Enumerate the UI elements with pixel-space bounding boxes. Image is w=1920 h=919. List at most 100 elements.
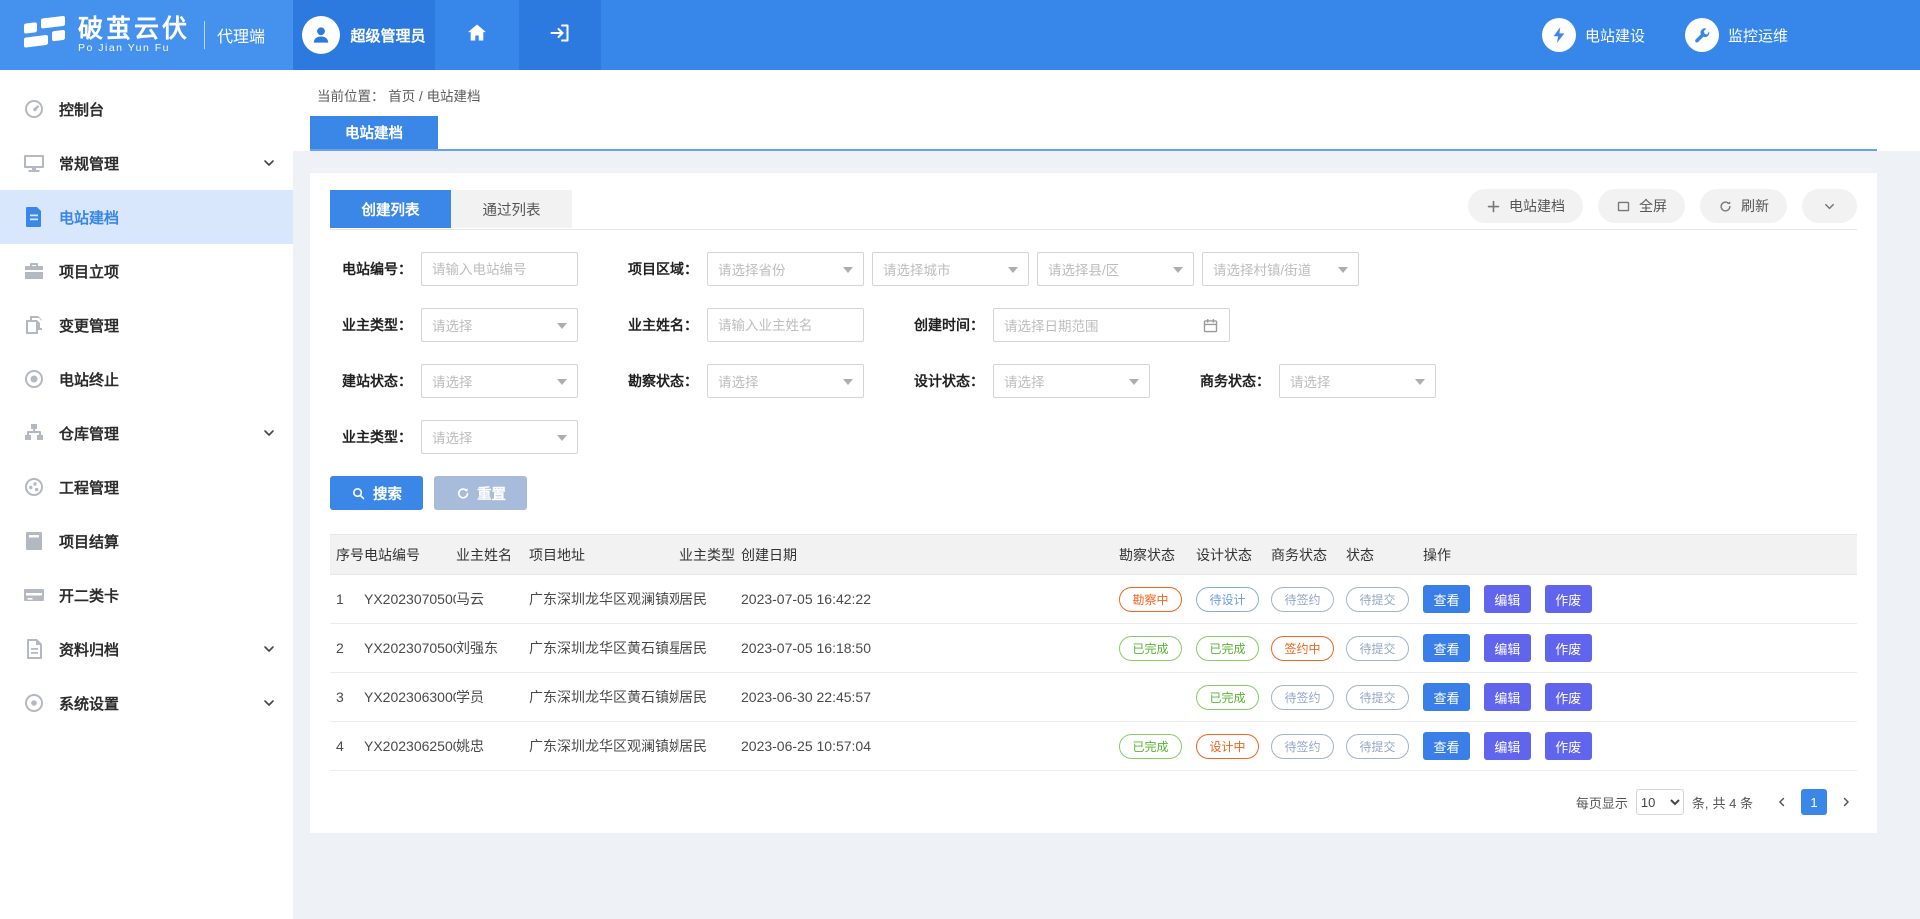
search-button[interactable]: 搜索 <box>330 476 423 510</box>
home-button[interactable] <box>435 0 519 70</box>
toolbar: 电站建档 全屏 刷新 <box>1453 189 1857 229</box>
view-button[interactable]: 查看 <box>1423 634 1470 662</box>
breadcrumb-home-link[interactable]: 首页 <box>388 89 415 104</box>
owner-type-2-select[interactable]: 请选择 <box>421 420 578 454</box>
next-page-button[interactable] <box>1835 791 1857 813</box>
cell-owner-type: 居民 <box>679 575 741 624</box>
sidebar-item-engineering-mgmt[interactable]: 工程管理 <box>0 460 293 514</box>
cell-index: 2 <box>330 624 364 673</box>
filter-row-4: 业主类型： 请选择 <box>330 420 1857 454</box>
edit-button[interactable]: 编辑 <box>1484 634 1531 662</box>
reset-label: 重置 <box>477 483 506 504</box>
sidebar-item-project-settlement[interactable]: 项目结算 <box>0 514 293 568</box>
user-block[interactable]: 超级管理员 <box>293 0 435 70</box>
station-table: 序号 电站编号 业主姓名 项目地址 业主类型 创建日期 勘察状态 设计状态 商务… <box>330 534 1857 771</box>
sidebar-item-change-mgmt[interactable]: 变更管理 <box>0 298 293 352</box>
owner-type-placeholder: 请选择 <box>432 315 473 335</box>
plus-icon <box>1486 199 1501 214</box>
view-button[interactable]: 查看 <box>1423 585 1470 613</box>
col-design-status: 设计状态 <box>1196 535 1271 575</box>
filter-label: 商务状态： <box>1188 371 1270 391</box>
add-station-label: 电站建档 <box>1509 196 1565 216</box>
build-status-select[interactable]: 请选择 <box>421 364 578 398</box>
design-status-select[interactable]: 请选择 <box>993 364 1150 398</box>
edit-button[interactable]: 编辑 <box>1484 683 1531 711</box>
col-owner-name: 业主姓名 <box>456 535 529 575</box>
sidebar-item-general-mgmt[interactable]: 常规管理 <box>0 136 293 190</box>
total-count: 共 4 条 <box>1713 793 1753 812</box>
refresh-icon <box>1718 199 1733 214</box>
sidebar-item-class2-card[interactable]: 开二类卡 <box>0 568 293 622</box>
add-station-button[interactable]: 电站建档 <box>1468 189 1583 223</box>
edit-button[interactable]: 编辑 <box>1484 585 1531 613</box>
design-status-badge: 已完成 <box>1196 685 1259 710</box>
owner-name-input[interactable] <box>718 318 853 333</box>
business-status-select[interactable]: 请选择 <box>1279 364 1436 398</box>
caret-down-icon <box>843 379 853 390</box>
survey-status-badge: 已完成 <box>1119 734 1182 759</box>
void-button[interactable]: 作废 <box>1545 634 1592 662</box>
void-button[interactable]: 作废 <box>1545 683 1592 711</box>
sidebar-item-data-archiving[interactable]: 资料归档 <box>0 622 293 676</box>
design-status-badge: 待设计 <box>1196 587 1259 612</box>
nav-monitor-ops[interactable]: 监控运维 <box>1685 18 1788 52</box>
survey-status-select[interactable]: 请选择 <box>707 364 864 398</box>
sitemap-icon <box>22 421 46 445</box>
sidebar-item-warehouse-mgmt[interactable]: 仓库管理 <box>0 406 293 460</box>
col-index: 序号 <box>330 535 364 575</box>
cell-index: 3 <box>330 673 364 722</box>
owner-type-select[interactable]: 请选择 <box>421 308 578 342</box>
date-range-picker[interactable]: 请选择日期范围 <box>993 308 1230 342</box>
filter-label: 项目区域： <box>616 259 698 279</box>
logo-title: 破茧云伏 <box>78 16 190 42</box>
page-tab-strip: 电站建档 <box>310 116 1877 151</box>
logo-mark-icon <box>22 12 68 59</box>
void-button[interactable]: 作废 <box>1545 732 1592 760</box>
filter-owner-type-2: 业主类型： 请选择 <box>330 420 578 454</box>
topbar-right-nav: 电站建设 监控运维 <box>1542 0 1920 70</box>
prev-page-button[interactable] <box>1771 791 1793 813</box>
search-reset-row: 搜索 重置 <box>330 476 1857 510</box>
sidebar-item-project-initiation[interactable]: 项目立项 <box>0 244 293 298</box>
monitor-icon <box>22 151 46 175</box>
station-code-input-wrap <box>421 252 578 286</box>
caret-down-icon <box>1415 379 1425 390</box>
county-select[interactable]: 请选择县/区 <box>1037 252 1194 286</box>
nav-station-build[interactable]: 电站建设 <box>1542 18 1645 52</box>
tab-create-list[interactable]: 创建列表 <box>330 190 451 228</box>
table-row: 3 YX2023063000009 学员 广东深圳龙华区黄石镇姚家庄... 居民… <box>330 673 1857 722</box>
void-button[interactable]: 作废 <box>1545 585 1592 613</box>
tab-passed-list[interactable]: 通过列表 <box>451 190 572 228</box>
city-select[interactable]: 请选择城市 <box>872 252 1029 286</box>
collapse-toolbar-button[interactable] <box>1802 189 1857 223</box>
page-tab-station-archive[interactable]: 电站建档 <box>310 116 438 149</box>
logout-button[interactable] <box>519 0 601 70</box>
station-code-input[interactable] <box>432 262 567 277</box>
status-badge: 待提交 <box>1346 685 1409 710</box>
reset-button[interactable]: 重置 <box>434 476 527 510</box>
col-owner-type: 业主类型 <box>679 535 741 575</box>
fullscreen-icon <box>1616 199 1631 214</box>
sidebar-item-console[interactable]: 控制台 <box>0 82 293 136</box>
sidebar-item-station-termination[interactable]: 电站终止 <box>0 352 293 406</box>
cell-created: 2023-07-05 16:42:22 <box>741 575 1119 624</box>
fullscreen-button[interactable]: 全屏 <box>1598 189 1685 223</box>
sidebar-item-label: 电站建档 <box>59 207 119 228</box>
edit-button[interactable]: 编辑 <box>1484 732 1531 760</box>
view-button[interactable]: 查看 <box>1423 683 1470 711</box>
refresh-button[interactable]: 刷新 <box>1700 189 1787 223</box>
per-page-select[interactable]: 10 <box>1636 789 1684 815</box>
wrench-icon <box>1685 18 1719 52</box>
chevron-down-icon <box>261 641 277 657</box>
view-button[interactable]: 查看 <box>1423 732 1470 760</box>
sidebar-item-station-archive[interactable]: 电站建档 <box>0 190 293 244</box>
page-number-current[interactable]: 1 <box>1801 789 1827 815</box>
cell-address: 广东深圳龙华区观澜镇姚家庄... <box>529 722 679 771</box>
village-select[interactable]: 请选择村镇/街道 <box>1202 252 1359 286</box>
logo-block: 破茧云伏 Po Jian Yun Fu 代理端 <box>0 0 293 70</box>
breadcrumb-current: 电站建档 <box>427 89 481 104</box>
sidebar-item-system-settings[interactable]: 系统设置 <box>0 676 293 730</box>
chevron-down-icon <box>261 155 277 171</box>
province-select[interactable]: 请选择省份 <box>707 252 864 286</box>
filter-label: 业主类型： <box>330 315 412 335</box>
